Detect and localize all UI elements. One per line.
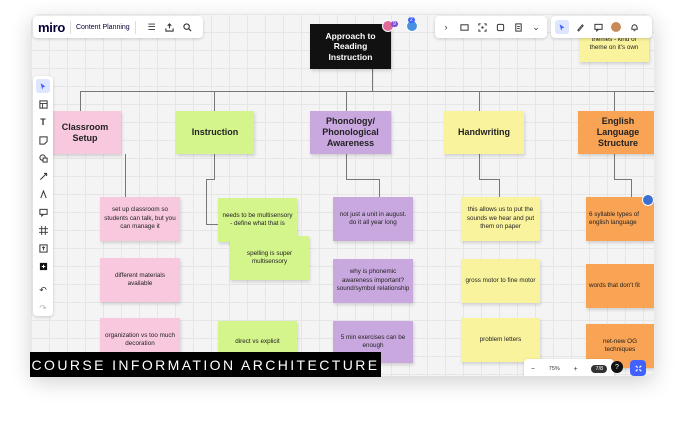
- column-header-instruction[interactable]: Instruction: [176, 111, 254, 154]
- connector: [214, 91, 215, 111]
- sticky-note[interactable]: spelling is super multisensory: [230, 236, 309, 280]
- sticky-note[interactable]: problem letters: [461, 318, 540, 362]
- sticky-note[interactable]: gross motor to fine motor: [461, 259, 540, 303]
- course-banner: COURSE INFORMATION ARCHITECTURE: [30, 352, 381, 377]
- chevron-down-icon[interactable]: ⌄: [529, 20, 543, 34]
- connector: [346, 91, 347, 111]
- connector: [614, 179, 632, 180]
- collaborator-avatars[interactable]: 9 2: [382, 17, 418, 32]
- page-indicator[interactable]: 7/8: [591, 365, 608, 373]
- collaborator-sub-badge: 2: [408, 17, 415, 23]
- comment-icon[interactable]: [591, 20, 605, 34]
- board-canvas[interactable]: Approach to Reading Instruction 9 2 them…: [31, 14, 654, 376]
- frame-tool-icon[interactable]: [36, 223, 50, 237]
- connector: [206, 179, 215, 180]
- left-toolbar: T ↶ ↷: [33, 76, 53, 316]
- menu-icon[interactable]: ☰: [145, 20, 159, 34]
- avatar[interactable]: [642, 194, 654, 206]
- column-header-english-language-structure[interactable]: English Language Structure: [578, 111, 654, 154]
- help-button[interactable]: ?: [611, 361, 623, 373]
- sticky-note-icon[interactable]: [36, 133, 50, 147]
- connector: [631, 179, 632, 197]
- present-icon[interactable]: [457, 20, 471, 34]
- top-left-toolbar: miro Content Planning ☰: [33, 16, 203, 38]
- comment-tool-icon[interactable]: [36, 205, 50, 219]
- collaboration-toolbar: › ⌄: [435, 16, 547, 38]
- sticky-note[interactable]: different materials available: [100, 258, 180, 302]
- divider: [69, 20, 71, 34]
- root-node[interactable]: Approach to Reading Instruction: [310, 24, 391, 69]
- sticky-note[interactable]: why is phonemic awareness important? sou…: [333, 259, 413, 303]
- upload-icon[interactable]: [36, 241, 50, 255]
- user-avatar[interactable]: [609, 20, 623, 34]
- shapes-icon[interactable]: [36, 151, 50, 165]
- zoom-in-button[interactable]: +: [574, 366, 578, 373]
- chevron-right-icon[interactable]: ›: [439, 20, 453, 34]
- templates-icon[interactable]: [36, 97, 50, 111]
- notes-icon[interactable]: [511, 20, 525, 34]
- connector: [372, 69, 373, 91]
- connector: [479, 91, 480, 111]
- sticky-note[interactable]: words that don't fit: [586, 264, 654, 308]
- select-tool-icon[interactable]: [36, 79, 50, 93]
- connector: [206, 224, 218, 225]
- share-icon[interactable]: [163, 20, 177, 34]
- connector: [346, 154, 347, 179]
- connector: [614, 91, 615, 111]
- sticky-note[interactable]: this allows us to put the sounds we hear…: [461, 197, 540, 241]
- more-apps-icon[interactable]: [36, 259, 50, 273]
- column-header-phonology[interactable]: Phonology/ Phonological Awareness: [310, 111, 391, 154]
- zoom-out-button[interactable]: −: [531, 366, 535, 373]
- connector: [214, 154, 215, 179]
- sticky-note[interactable]: set up classroom so students can talk, b…: [100, 197, 180, 241]
- redo-icon[interactable]: ↷: [36, 301, 50, 315]
- timer-icon[interactable]: [493, 20, 507, 34]
- top-right-toolbar: [551, 16, 652, 38]
- connector: [614, 154, 615, 179]
- sticky-note[interactable]: not just a unit in august. do it all yea…: [333, 197, 413, 241]
- text-tool-icon[interactable]: T: [36, 115, 50, 129]
- connector: [499, 179, 500, 197]
- divider: [134, 20, 136, 34]
- minimap-icon[interactable]: [630, 360, 646, 376]
- connector: [479, 154, 480, 179]
- column-header-classroom-setup[interactable]: Classroom Setup: [49, 111, 121, 154]
- frame-focus-icon[interactable]: [475, 20, 489, 34]
- undo-icon[interactable]: ↶: [36, 283, 50, 297]
- bell-icon[interactable]: [627, 20, 641, 34]
- column-header-handwriting[interactable]: Handwriting: [444, 111, 524, 154]
- connection-line-icon[interactable]: [36, 169, 50, 183]
- board-name[interactable]: Content Planning: [76, 24, 130, 31]
- connector: [206, 179, 207, 224]
- connector: [379, 179, 380, 197]
- cursor-icon[interactable]: [555, 20, 569, 34]
- connector: [346, 179, 380, 180]
- miro-logo[interactable]: miro: [38, 20, 65, 35]
- connector: [80, 91, 654, 92]
- pen-tool-icon[interactable]: [36, 187, 50, 201]
- zoom-level[interactable]: 75%: [549, 366, 560, 372]
- pen-icon[interactable]: [573, 20, 587, 34]
- search-icon[interactable]: [181, 20, 195, 34]
- connector: [479, 179, 500, 180]
- collaborator-count-badge: 9: [391, 21, 398, 27]
- zoom-controls: − 75% + 7/8: [524, 359, 614, 376]
- connector: [80, 91, 81, 111]
